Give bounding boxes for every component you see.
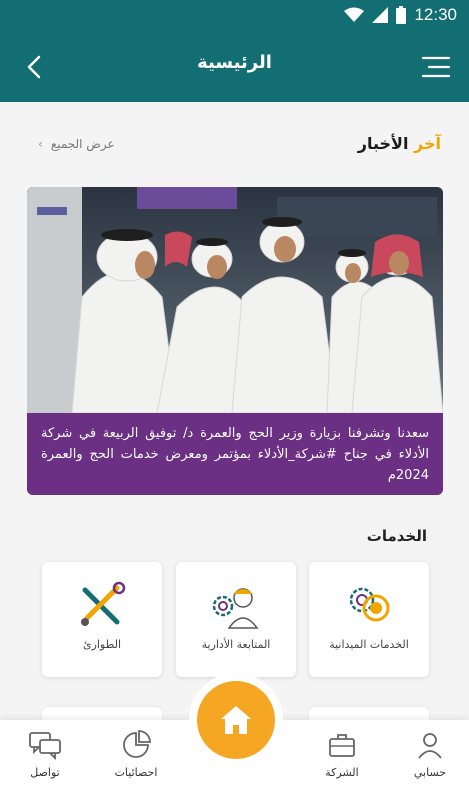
home-icon	[221, 706, 251, 734]
news-title-main: الأخبار	[357, 134, 409, 153]
service-card-field-services[interactable]: الخدمات الميدانية	[309, 562, 429, 677]
nav-item-statistics[interactable]: احصائيات	[96, 730, 176, 792]
service-card-emergency[interactable]: الطوارئ	[42, 562, 162, 677]
status-icons: 12:30	[344, 5, 457, 25]
service-label: الخدمات الميدانية	[329, 638, 409, 651]
status-time: 12:30	[414, 5, 457, 24]
admin-followup-icon	[212, 588, 259, 629]
status-bar: 12:30	[0, 0, 469, 32]
chat-icon	[29, 732, 61, 760]
nav-item-contact[interactable]: تواصل	[5, 730, 85, 792]
news-caption: سعدنا وتشرفنا بزيارة وزير الحج والعمرة د…	[27, 413, 443, 495]
news-caption-text: سعدنا وتشرفنا بزيارة وزير الحج والعمرة د…	[41, 426, 429, 483]
view-all-link[interactable]: ‹ عرض الجميع	[38, 137, 115, 151]
nav-item-account[interactable]: حسابي	[390, 730, 469, 792]
battery-icon	[396, 6, 407, 24]
menu-icon	[421, 56, 451, 78]
signal-icon	[372, 7, 389, 23]
nav-label: تواصل	[30, 766, 60, 779]
chevron-left-small-icon: ‹	[38, 137, 43, 151]
app-bar: الرئيسية	[0, 32, 469, 102]
pie-chart-icon	[123, 730, 151, 758]
menu-button[interactable]	[421, 54, 451, 80]
field-services-icon	[349, 587, 390, 622]
nav-item-company[interactable]: الشركة	[302, 730, 382, 792]
news-header: آخر الأخبار ‹ عرض الجميع	[0, 134, 469, 158]
service-card-admin-followup[interactable]: المتابعة الأدارية	[176, 562, 296, 677]
emergency-tools-icon	[81, 581, 126, 626]
news-card[interactable]: سعدنا وتشرفنا بزيارة وزير الحج والعمرة د…	[27, 187, 443, 495]
nav-label: احصائيات	[114, 766, 158, 779]
briefcase-icon	[329, 734, 355, 757]
services-section-title: الخدمات	[366, 527, 427, 545]
page-title: الرئيسية	[197, 52, 272, 73]
nav-label: الشركة	[325, 766, 359, 779]
news-photo-illustration	[27, 187, 443, 413]
news-section-title: آخر الأخبار	[358, 134, 441, 153]
main-content: آخر الأخبار ‹ عرض الجميع سعدنا وتشرفنا ب…	[0, 102, 469, 727]
view-all-label: عرض الجميع	[50, 137, 115, 151]
nav-label: حسابي	[413, 766, 447, 779]
home-button[interactable]	[197, 681, 275, 759]
service-label: المتابعة الأدارية	[201, 638, 271, 651]
service-label: الطوارئ	[82, 638, 122, 651]
wifi-icon	[344, 7, 365, 22]
user-icon	[418, 733, 442, 759]
news-title-accent: آخر	[408, 134, 441, 153]
news-photo	[27, 187, 443, 413]
